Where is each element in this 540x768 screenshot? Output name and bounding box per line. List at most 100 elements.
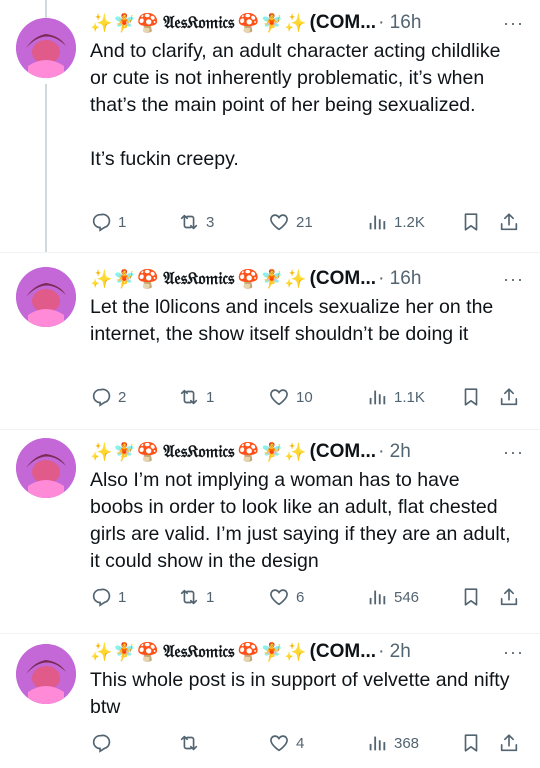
bookmark-button[interactable]: [460, 583, 482, 611]
reply-count: 1: [118, 213, 127, 231]
share-button[interactable]: [498, 729, 520, 757]
reply-button[interactable]: 1: [90, 208, 126, 236]
like-count: 21: [296, 213, 313, 231]
bookmark-button[interactable]: [460, 208, 482, 236]
more-options-icon[interactable]: ···: [503, 13, 524, 34]
handle[interactable]: (COM...: [310, 268, 377, 290]
view-count: 368: [394, 734, 420, 752]
share-icon: [498, 386, 520, 408]
avatar[interactable]: [16, 438, 76, 498]
share-icon: [498, 732, 520, 754]
post-header: ✨🧚🍄 𝔄𝔢𝔰𝔎𝔬𝔪𝔦𝔠𝔰 🍄🧚✨ (COM... · 2h ···: [90, 639, 524, 665]
repost-button[interactable]: 3: [178, 208, 214, 236]
more-options-icon[interactable]: ···: [503, 642, 524, 663]
like-button[interactable]: 6: [268, 583, 304, 611]
reply-icon: [90, 211, 112, 233]
timestamp[interactable]: · 16h: [378, 12, 421, 34]
share-icon: [498, 211, 520, 233]
reply-icon: [90, 386, 112, 408]
repost-count: 3: [206, 213, 215, 231]
display-name[interactable]: 𝔄𝔢𝔰𝔎𝔬𝔪𝔦𝔠𝔰: [163, 442, 234, 462]
more-options-icon[interactable]: ···: [503, 269, 524, 290]
reply-button[interactable]: [90, 729, 118, 757]
post-text: Let the l0licons and incels sexualize he…: [90, 296, 494, 345]
repost-icon: [178, 211, 200, 233]
emoji-decoration: ✨🧚🍄: [90, 441, 161, 463]
post[interactable]: ✨🧚🍄 𝔄𝔢𝔰𝔎𝔬𝔪𝔦𝔠𝔰 🍄🧚✨ (COM... · 16h ··· And …: [0, 0, 540, 252]
heart-icon: [268, 586, 290, 608]
like-count: 4: [296, 734, 305, 752]
views-button[interactable]: 368: [366, 729, 419, 757]
repost-button[interactable]: 1: [178, 583, 214, 611]
views-icon: [366, 211, 388, 233]
emoji-decoration: ✨🧚🍄: [90, 641, 161, 663]
emoji-decoration: 🍄🧚✨: [237, 641, 308, 663]
action-bar: 1 3 21 1.2K: [90, 208, 524, 236]
display-name[interactable]: 𝔄𝔢𝔰𝔎𝔬𝔪𝔦𝔠𝔰: [163, 269, 234, 289]
post-text: This whole post is in support of velvett…: [90, 669, 510, 718]
like-button[interactable]: 4: [268, 729, 304, 757]
post[interactable]: ✨🧚🍄 𝔄𝔢𝔰𝔎𝔬𝔪𝔦𝔠𝔰 🍄🧚✨ (COM... · 2h ··· Also …: [0, 430, 540, 633]
post-header: ✨🧚🍄 𝔄𝔢𝔰𝔎𝔬𝔪𝔦𝔠𝔰 🍄🧚✨ (COM... · 2h ···: [90, 439, 524, 465]
post-header: ✨🧚🍄 𝔄𝔢𝔰𝔎𝔬𝔪𝔦𝔠𝔰 🍄🧚✨ (COM... · 16h ···: [90, 266, 524, 292]
bookmark-icon: [460, 586, 482, 608]
emoji-decoration: 🍄🧚✨: [237, 12, 308, 34]
repost-button[interactable]: [178, 729, 206, 757]
timestamp[interactable]: · 2h: [378, 641, 411, 663]
like-button[interactable]: 10: [268, 383, 313, 411]
display-name[interactable]: 𝔄𝔢𝔰𝔎𝔬𝔪𝔦𝔠𝔰: [163, 642, 234, 662]
share-button[interactable]: [498, 383, 520, 411]
action-bar: 1 1 6 546: [90, 583, 524, 611]
share-button[interactable]: [498, 583, 520, 611]
bookmark-icon: [460, 732, 482, 754]
avatar[interactable]: [16, 644, 76, 704]
heart-icon: [268, 732, 290, 754]
view-count: 1.1K: [394, 388, 425, 406]
repost-icon: [178, 732, 200, 754]
reply-icon: [90, 732, 112, 754]
heart-icon: [268, 211, 290, 233]
post[interactable]: ✨🧚🍄 𝔄𝔢𝔰𝔎𝔬𝔪𝔦𝔠𝔰 🍄🧚✨ (COM... · 2h ··· This …: [0, 634, 540, 768]
emoji-decoration: ✨🧚🍄: [90, 12, 161, 34]
views-button[interactable]: 1.1K: [366, 383, 425, 411]
reply-button[interactable]: 1: [90, 583, 126, 611]
display-name[interactable]: 𝔄𝔢𝔰𝔎𝔬𝔪𝔦𝔠𝔰: [163, 13, 234, 33]
views-button[interactable]: 1.2K: [366, 208, 425, 236]
post-header: ✨🧚🍄 𝔄𝔢𝔰𝔎𝔬𝔪𝔦𝔠𝔰 🍄🧚✨ (COM... · 16h ···: [90, 10, 524, 36]
repost-count: 1: [206, 588, 215, 606]
like-count: 10: [296, 388, 313, 406]
bookmark-icon: [460, 386, 482, 408]
timestamp[interactable]: · 2h: [378, 441, 411, 463]
avatar[interactable]: [16, 18, 76, 78]
views-icon: [366, 732, 388, 754]
post-text: Also I’m not implying a woman has to hav…: [90, 469, 511, 572]
bookmark-button[interactable]: [460, 383, 482, 411]
post[interactable]: ✨🧚🍄 𝔄𝔢𝔰𝔎𝔬𝔪𝔦𝔠𝔰 🍄🧚✨ (COM... · 16h ··· Let …: [0, 253, 540, 429]
reply-button[interactable]: 2: [90, 383, 126, 411]
emoji-decoration: 🍄🧚✨: [237, 268, 308, 290]
reply-icon: [90, 586, 112, 608]
repost-count: 1: [206, 388, 215, 406]
repost-icon: [178, 586, 200, 608]
share-button[interactable]: [498, 208, 520, 236]
repost-icon: [178, 386, 200, 408]
heart-icon: [268, 386, 290, 408]
view-count: 546: [394, 588, 420, 606]
bookmark-icon: [460, 211, 482, 233]
handle[interactable]: (COM...: [310, 441, 377, 463]
handle[interactable]: (COM...: [310, 12, 377, 34]
post-text: And to clarify, an adult character actin…: [90, 40, 501, 170]
avatar[interactable]: [16, 267, 76, 327]
like-button[interactable]: 21: [268, 208, 313, 236]
bookmark-button[interactable]: [460, 729, 482, 757]
views-button[interactable]: 546: [366, 583, 419, 611]
timestamp[interactable]: · 16h: [378, 268, 421, 290]
like-count: 6: [296, 588, 305, 606]
emoji-decoration: ✨🧚🍄: [90, 268, 161, 290]
repost-button[interactable]: 1: [178, 383, 214, 411]
more-options-icon[interactable]: ···: [503, 442, 524, 463]
reply-count: 1: [118, 588, 127, 606]
handle[interactable]: (COM...: [310, 641, 377, 663]
reply-count: 2: [118, 388, 127, 406]
action-bar: 4 368: [90, 729, 524, 757]
